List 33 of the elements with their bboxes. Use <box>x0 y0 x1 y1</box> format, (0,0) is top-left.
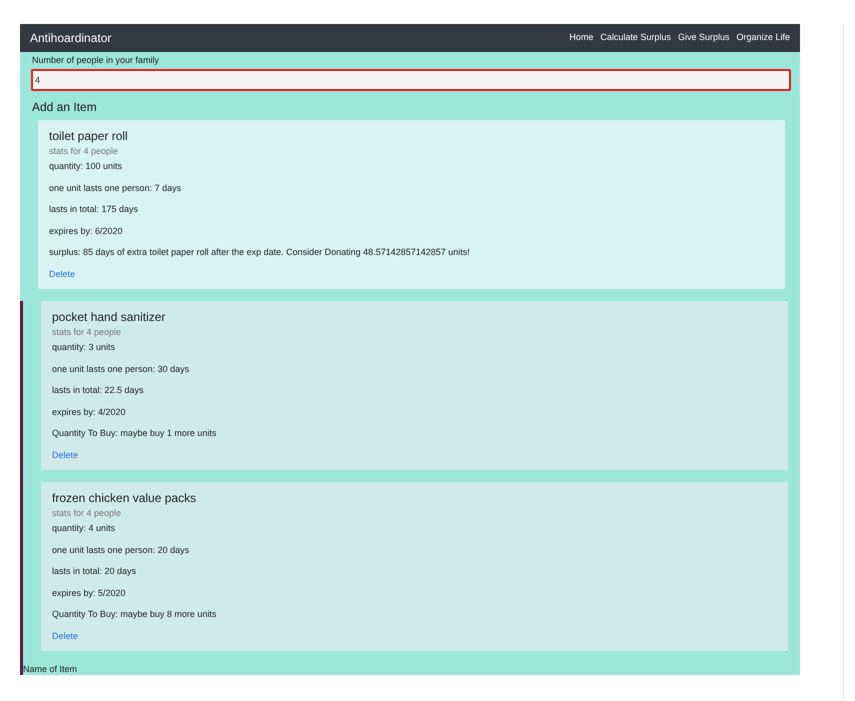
number-field[interactable]: 4 <box>31 69 791 91</box>
delete-link[interactable]: Delete <box>52 629 78 643</box>
item-detail: expires by: 4/2020 <box>52 406 127 418</box>
item-detail: quantity: 3 units <box>52 341 116 354</box>
delete-link[interactable]: Delete <box>52 448 78 462</box>
item-title: toilet paper roll <box>49 128 129 144</box>
item-detail: lasts in total: 20 days <box>52 565 138 578</box>
item-detail: quantity: 100 units <box>49 160 124 173</box>
item-subtitle: stats for 4 people <box>49 145 120 158</box>
item-detail: quantity: 4 units <box>52 522 116 535</box>
nav-link[interactable]: Home <box>569 31 594 45</box>
item-detail: surplus: 85 days of extra toilet paper roll after the exp date. Consider Donating 48.57142857142857 units! <box>49 246 471 259</box>
item-title: frozen chicken value packs <box>52 490 198 506</box>
item-detail: expires by: 5/2020 <box>52 586 127 600</box>
field-label: Name of Item <box>23 663 78 675</box>
brand-link[interactable]: Antihoardinator <box>30 29 112 47</box>
item-detail: Quantity To Buy: maybe buy 8 more units <box>52 608 218 621</box>
delete-link[interactable]: Delete <box>49 267 76 281</box>
field-label: Number of people in your family <box>31 54 160 66</box>
item-detail: one unit lasts one person: 30 days <box>52 362 190 376</box>
item-subtitle: stats for 4 people <box>52 326 122 339</box>
item-subtitle: stats for 4 people <box>52 507 122 520</box>
nav-link[interactable]: Calculate Surplus <box>600 31 671 45</box>
item-detail: lasts in total: 22.5 days <box>52 384 145 397</box>
section-heading: Add an Item <box>31 99 98 116</box>
item-detail: one unit lasts one person: 7 days <box>49 182 182 194</box>
item-detail: expires by: 6/2020 <box>49 224 124 238</box>
item-detail: Quantity To Buy: maybe buy 1 more units <box>52 427 218 440</box>
item-title: pocket hand sanitizer <box>52 309 166 325</box>
item-detail: one unit lasts one person: 20 days <box>52 544 190 556</box>
nav-link[interactable]: Give Surplus <box>678 31 730 45</box>
nav-link[interactable]: Organize Life <box>736 31 790 45</box>
item-detail: lasts in total: 175 days <box>49 203 140 216</box>
